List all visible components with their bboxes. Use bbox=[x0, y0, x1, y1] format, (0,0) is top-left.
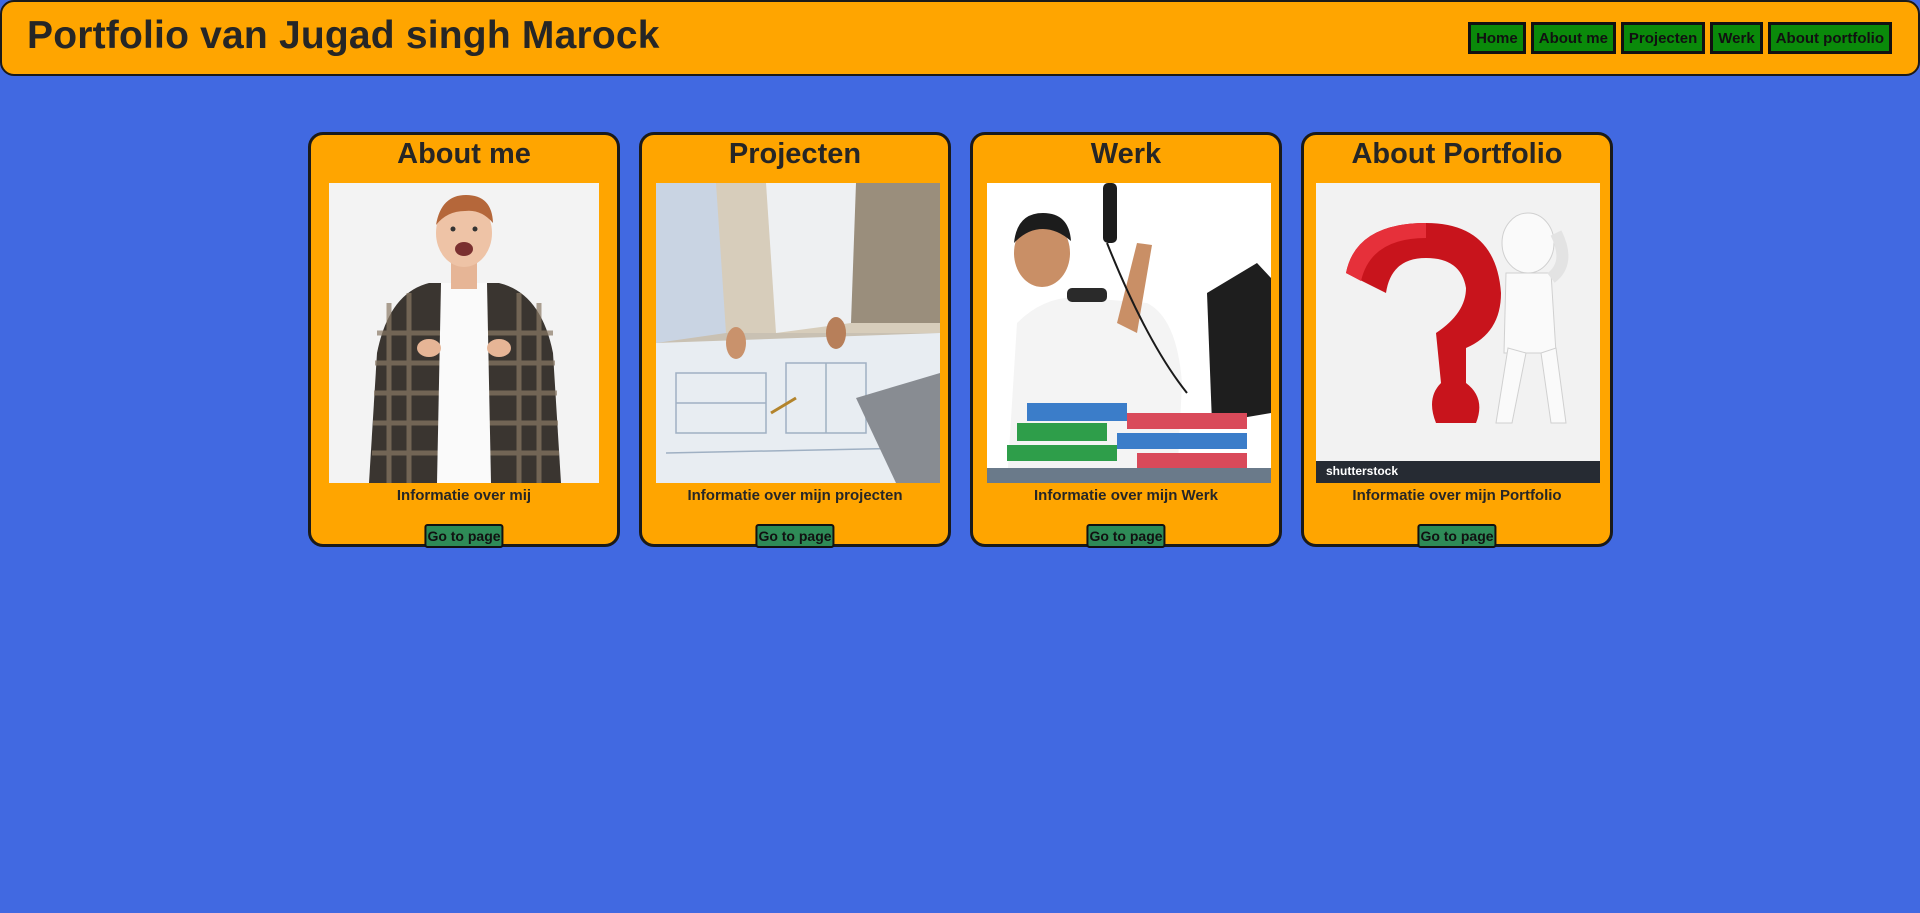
card-title: Projecten bbox=[728, 138, 862, 170]
card-projecten: Projecten Informatie over mijn projecten… bbox=[639, 132, 951, 548]
go-to-page-button[interactable]: Go to page bbox=[755, 524, 835, 548]
card-title: About me bbox=[397, 138, 531, 170]
nav-about-me-button[interactable]: About me bbox=[1530, 22, 1616, 54]
watermark-text: shutterstock bbox=[1326, 464, 1399, 478]
go-to-page-button[interactable]: Go to page bbox=[424, 524, 504, 548]
card-description: Informatie over mijn Werk bbox=[1034, 487, 1218, 504]
site-header: Portfolio van Jugad singh Marock Home Ab… bbox=[0, 0, 1920, 76]
main-nav: Home About me Projecten Werk About portf… bbox=[1468, 22, 1892, 54]
go-to-page-button[interactable]: Go to page bbox=[1417, 524, 1497, 548]
card-description: Informatie over mijn Portfolio bbox=[1352, 487, 1562, 504]
about-me-image bbox=[329, 183, 599, 483]
nav-werk-button[interactable]: Werk bbox=[1710, 22, 1763, 54]
nav-about-portfolio-button[interactable]: About portfolio bbox=[1767, 22, 1892, 54]
card-title: About Portfolio bbox=[1351, 138, 1563, 170]
card-about-portfolio: About Portfolio shutterstock Informatie … bbox=[1301, 132, 1613, 548]
werk-image bbox=[987, 183, 1271, 483]
projecten-image bbox=[656, 183, 940, 483]
card-werk: Werk Informatie over mijn Werk Go to pag… bbox=[970, 132, 1282, 548]
nav-projecten-button[interactable]: Projecten bbox=[1620, 22, 1706, 54]
card-title: Werk bbox=[1090, 138, 1162, 170]
card-about-me: About me Informatie over mij Go to page bbox=[308, 132, 620, 548]
card-grid: About me Informatie over mij Go to page … bbox=[308, 132, 1613, 548]
about-portfolio-image: shutterstock bbox=[1316, 183, 1600, 483]
card-description: Informatie over mijn projecten bbox=[687, 487, 903, 504]
go-to-page-button[interactable]: Go to page bbox=[1086, 524, 1166, 548]
card-description: Informatie over mij bbox=[396, 487, 532, 504]
nav-home-button[interactable]: Home bbox=[1468, 22, 1526, 54]
site-title: Portfolio van Jugad singh Marock bbox=[27, 14, 660, 57]
